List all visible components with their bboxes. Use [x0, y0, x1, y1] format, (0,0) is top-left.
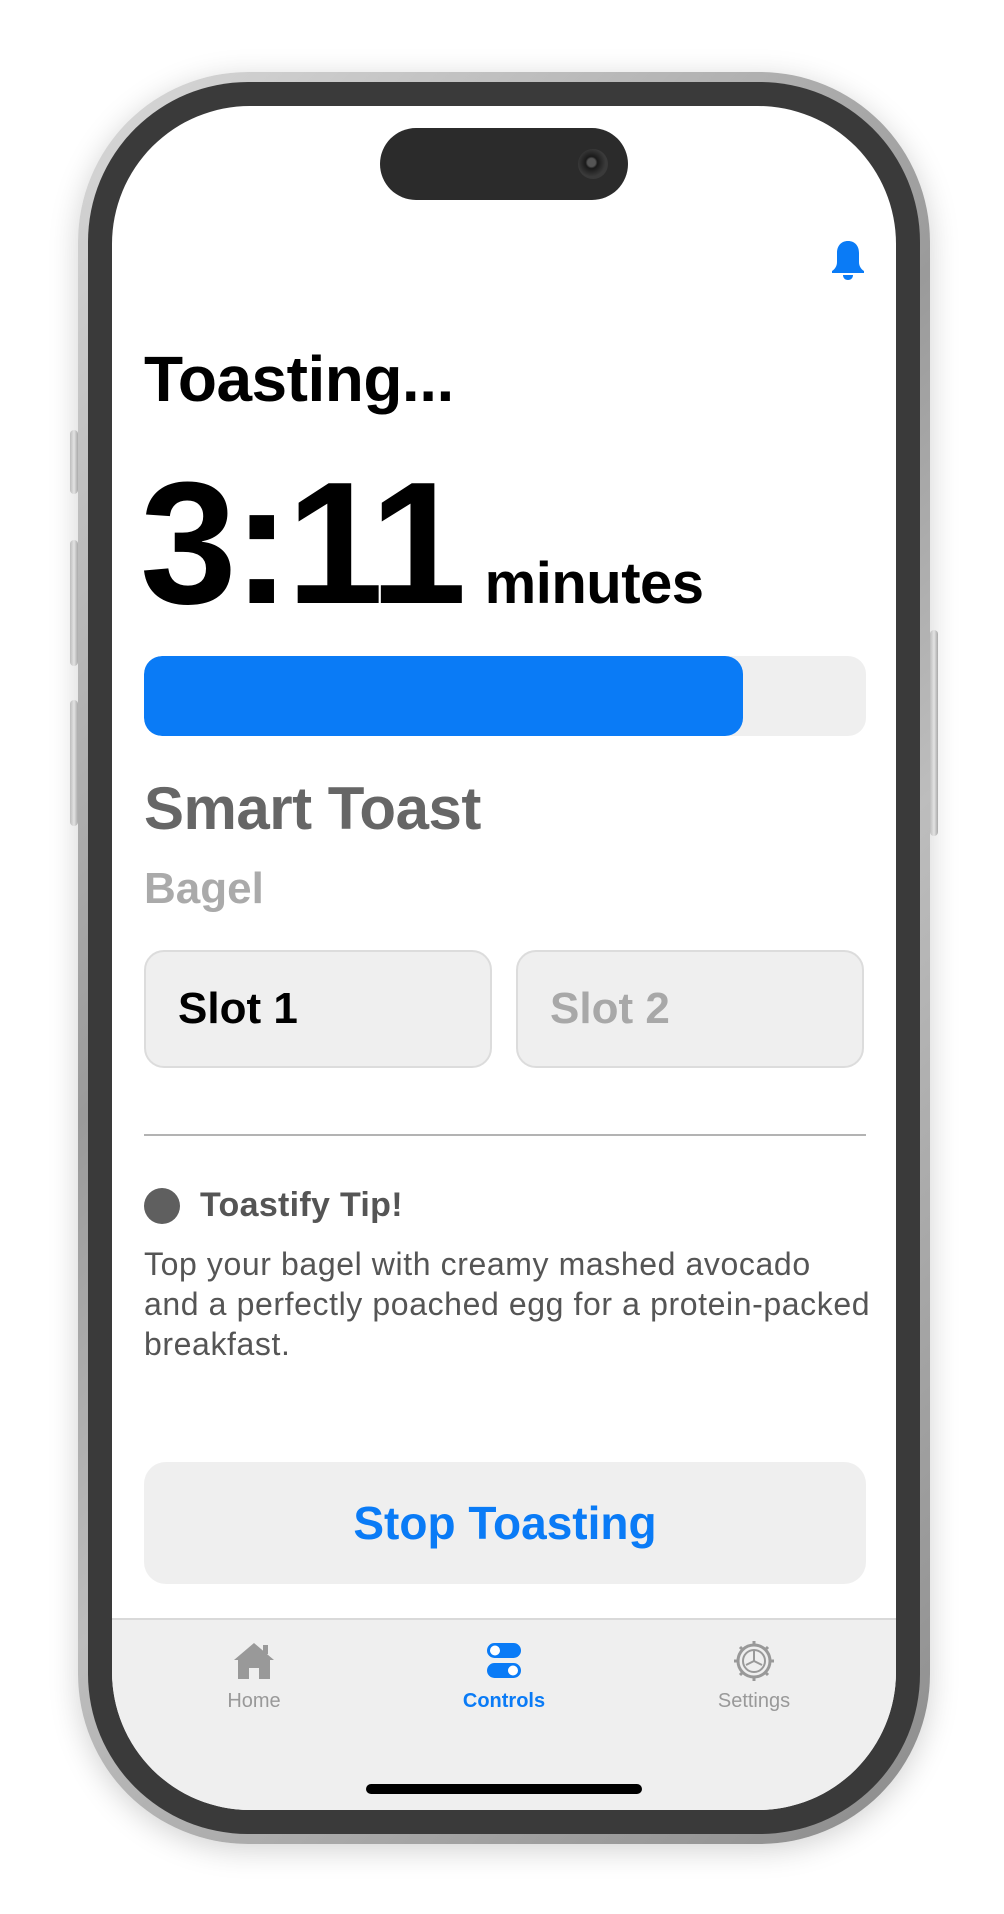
timer-value: 3:11 — [140, 445, 467, 640]
stop-toasting-button[interactable]: Stop Toasting — [144, 1462, 866, 1584]
tab-home-label: Home — [227, 1690, 281, 1712]
slot-1-button[interactable]: Slot 1 — [144, 950, 492, 1068]
toast-progress-fill — [144, 656, 744, 736]
tab-bar: Home Controls Settings — [112, 1618, 896, 1810]
bell-icon[interactable] — [828, 238, 868, 282]
toggles-icon — [487, 1643, 521, 1678]
bread-type: Bagel — [144, 864, 264, 913]
app-screen: Toasting... 3:11 minutes Smart Toast Bag… — [112, 106, 896, 1810]
power-button — [930, 630, 938, 836]
slot-2-button[interactable]: Slot 2 — [516, 950, 864, 1068]
volume-up-button — [70, 540, 78, 666]
tab-home[interactable]: Home — [154, 1638, 354, 1713]
volume-down-button — [70, 700, 78, 826]
toast-progress-bar — [144, 656, 866, 736]
timer-display: 3:11 minutes — [140, 456, 704, 630]
timer-unit: minutes — [484, 551, 704, 616]
tip-body: Top your bagel with creamy mashed avocad… — [144, 1246, 871, 1362]
tip-header: Toastify Tip! — [144, 1186, 403, 1225]
front-camera — [578, 149, 608, 179]
phone-mockup: Toasting... 3:11 minutes Smart Toast Bag… — [0, 0, 1004, 1914]
tab-settings-label: Settings — [717, 1690, 791, 1712]
house-icon — [234, 1643, 274, 1679]
tip-title: Toastify Tip! — [200, 1186, 403, 1224]
action-button — [70, 430, 78, 494]
tab-controls[interactable]: Controls — [404, 1638, 604, 1713]
divider — [144, 1134, 866, 1136]
gear-icon — [734, 1641, 774, 1681]
tab-controls-label: Controls — [462, 1690, 546, 1712]
tab-settings[interactable]: Settings — [654, 1638, 854, 1713]
dynamic-island — [380, 128, 628, 200]
home-indicator[interactable] — [366, 1784, 642, 1794]
status-title: Toasting... — [144, 343, 454, 415]
program-name: Smart Toast — [144, 775, 481, 842]
tip-dot-icon — [144, 1187, 180, 1224]
